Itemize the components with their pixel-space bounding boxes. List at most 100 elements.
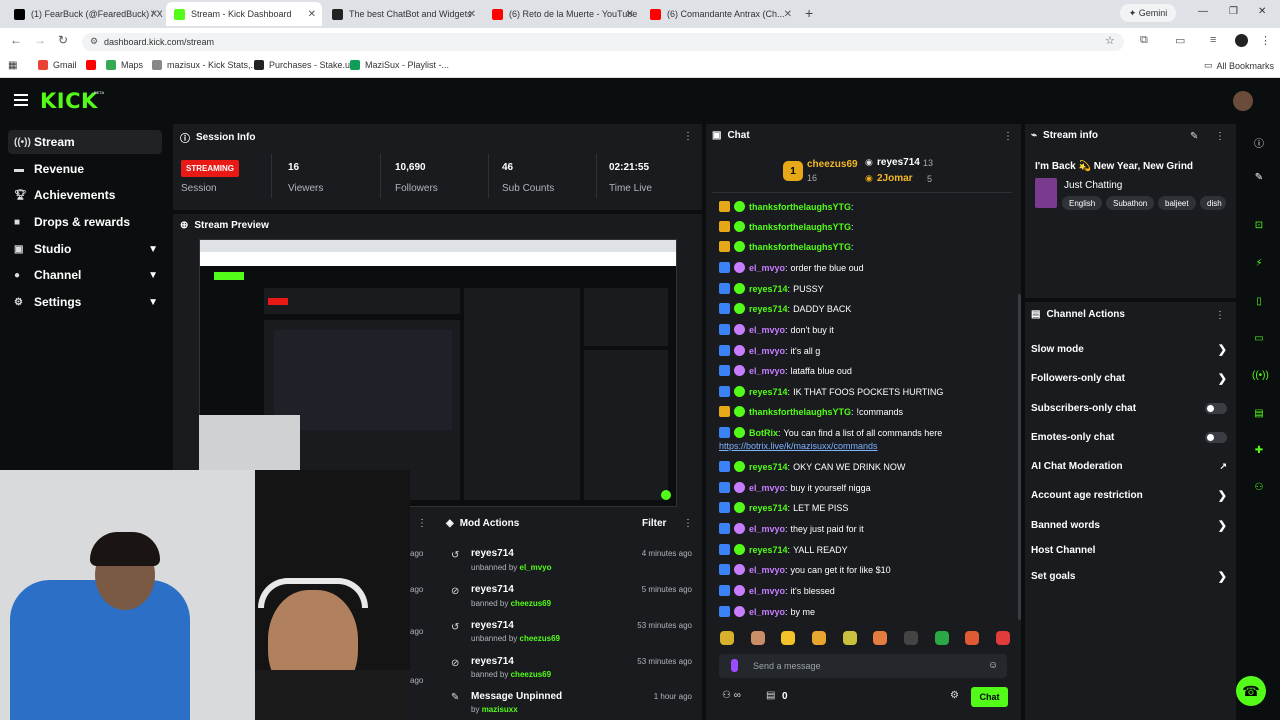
- browser-tab[interactable]: (6) Reto de la Muerte - YouTube ✕: [484, 2, 640, 26]
- action-host-channel[interactable]: Host Channel: [1031, 545, 1227, 556]
- emote[interactable]: [965, 631, 980, 645]
- users-icon[interactable]: ⚇ ∞: [722, 690, 741, 701]
- lightning-icon[interactable]: ⚡︎: [1252, 258, 1266, 269]
- forward-icon[interactable]: →: [34, 33, 46, 47]
- chat-username[interactable]: reyes714: [749, 304, 788, 314]
- info-icon[interactable]: ⓘ: [1252, 135, 1266, 150]
- bookmark-maps[interactable]: Maps: [106, 60, 143, 70]
- chat-icon[interactable]: ▭: [1252, 333, 1266, 344]
- gemini-button[interactable]: ✦ Gemini: [1120, 4, 1176, 22]
- close-icon[interactable]: ✕: [784, 9, 792, 20]
- action-followers-only[interactable]: Followers-only chat ❯: [1031, 373, 1227, 385]
- close-icon[interactable]: ✕: [468, 9, 476, 20]
- chat-username[interactable]: reyes714: [749, 387, 788, 397]
- bookmark-kickstats[interactable]: mazisux - Kick Stats,...: [152, 60, 258, 70]
- chat-username[interactable]: thanksforthelaughsYTG: [749, 242, 851, 252]
- broadcast-icon[interactable]: ((•)): [1252, 370, 1269, 381]
- hamburger-menu-icon[interactable]: [14, 94, 28, 109]
- emote[interactable]: [750, 631, 765, 645]
- kick-logo[interactable]: KICK: [40, 89, 98, 113]
- more-options-icon[interactable]: ⋮: [683, 518, 693, 529]
- all-bookmarks[interactable]: ▭ All Bookmarks: [1204, 60, 1274, 71]
- bookmark-stake[interactable]: Purchases - Stake.us: [254, 60, 355, 70]
- action-account-age[interactable]: Account age restriction ❯: [1031, 490, 1227, 502]
- emote[interactable]: [934, 631, 949, 645]
- more-options-icon[interactable]: ⋮: [1215, 131, 1225, 142]
- mod-entry-user[interactable]: reyes714: [471, 548, 514, 559]
- leader-name[interactable]: reyes714: [877, 157, 920, 168]
- more-options-icon[interactable]: ⋮: [1215, 310, 1225, 321]
- media-icon[interactable]: ≡: [1210, 34, 1216, 46]
- filter-button[interactable]: Filter: [642, 518, 666, 529]
- chat-username[interactable]: el_mvyo: [749, 325, 785, 335]
- bookmark-playlist[interactable]: MaziSux - Playlist -...: [350, 60, 449, 70]
- chat-input[interactable]: Send a message: [719, 654, 1007, 678]
- server-icon[interactable]: ▤: [1252, 408, 1266, 419]
- edit-icon[interactable]: ✎: [1252, 172, 1266, 183]
- mod-entry-user[interactable]: reyes714: [471, 656, 514, 667]
- sidebar-item-settings[interactable]: ⚙ Settings ▼: [8, 290, 162, 314]
- more-options-icon[interactable]: ⋮: [417, 518, 427, 529]
- minimize-icon[interactable]: —: [1198, 6, 1208, 17]
- mod-entry-user[interactable]: Message Unpinned: [471, 691, 562, 702]
- bookmark-gmail[interactable]: Gmail: [38, 60, 77, 70]
- chat-username[interactable]: reyes714: [749, 284, 788, 294]
- stream-tag[interactable]: baljeet: [1158, 196, 1196, 210]
- maximize-icon[interactable]: ❐: [1229, 6, 1238, 17]
- profile-icon[interactable]: [1235, 34, 1248, 47]
- help-headset-icon[interactable]: ☎: [1236, 676, 1266, 706]
- mod-entry-user[interactable]: reyes714: [471, 584, 514, 595]
- stream-tag[interactable]: English: [1062, 196, 1103, 210]
- users-icon[interactable]: ⚇: [1252, 482, 1266, 493]
- sidebar-item-stream[interactable]: ((•)) Stream: [8, 130, 162, 154]
- emote[interactable]: [842, 631, 857, 645]
- chat-username[interactable]: thanksforthelaughsYTG: [749, 202, 851, 212]
- category-thumbnail[interactable]: [1035, 178, 1057, 208]
- more-options-icon[interactable]: ⋮: [1003, 131, 1013, 142]
- action-slow-mode[interactable]: Slow mode ❯: [1031, 344, 1227, 356]
- mic-icon[interactable]: [731, 659, 738, 672]
- emotes-only-toggle[interactable]: [1205, 432, 1227, 443]
- send-chat-button[interactable]: Chat: [971, 687, 1008, 707]
- chat-username[interactable]: reyes714: [749, 503, 788, 513]
- chat-username[interactable]: thanksforthelaughsYTG: [749, 222, 851, 232]
- window-close-icon[interactable]: ✕: [1258, 6, 1266, 17]
- browser-tab[interactable]: (6) Comandante Antrax (Ch... ✕: [642, 2, 798, 26]
- clipboard-icon[interactable]: ▯: [1252, 296, 1266, 307]
- leader-name[interactable]: 2Jomar: [877, 173, 913, 184]
- menu-icon[interactable]: ⋮: [1260, 34, 1271, 47]
- emote[interactable]: [873, 631, 888, 645]
- chat-username[interactable]: BotRix: [749, 428, 778, 438]
- emote[interactable]: [781, 631, 796, 645]
- edit-pencil-icon[interactable]: ✎: [1190, 131, 1198, 142]
- sidebar-item-drops[interactable]: ■ Drops & rewards: [8, 210, 162, 234]
- chat-link[interactable]: https://botrix.live/k/mazisuxx/commands: [719, 441, 878, 451]
- sidebar-item-channel[interactable]: ● Channel ▼: [8, 263, 162, 287]
- apps-icon[interactable]: ▦: [8, 60, 17, 71]
- action-set-goals[interactable]: Set goals ❯: [1031, 571, 1227, 583]
- emote[interactable]: [995, 631, 1010, 645]
- chat-username[interactable]: el_mvyo: [749, 524, 785, 534]
- youtube-icon[interactable]: [86, 60, 101, 70]
- browser-tab-active[interactable]: Stream - Kick Dashboard ✕: [166, 2, 322, 26]
- close-icon[interactable]: ✕: [626, 9, 634, 20]
- chat-username[interactable]: thanksforthelaughsYTG: [749, 407, 851, 417]
- chat-username[interactable]: el_mvyo: [749, 565, 785, 575]
- bookmark-star-icon[interactable]: ☆: [1105, 34, 1115, 47]
- chat-username[interactable]: reyes714: [749, 462, 788, 472]
- more-options-icon[interactable]: ⋮: [683, 131, 693, 142]
- back-icon[interactable]: ←: [10, 33, 22, 47]
- stream-tag[interactable]: Subathon: [1106, 196, 1155, 210]
- subscribers-only-toggle[interactable]: [1205, 403, 1227, 414]
- browser-tab[interactable]: The best ChatBot and Widgets ✕: [324, 2, 482, 26]
- new-tab-icon[interactable]: +: [805, 5, 813, 21]
- sidebar-item-studio[interactable]: ▣ Studio ▼: [8, 237, 162, 261]
- emoji-icon[interactable]: ☺: [988, 660, 998, 671]
- chat-settings-icon[interactable]: ⚙: [950, 690, 959, 701]
- mod-entry-user[interactable]: reyes714: [471, 620, 514, 631]
- action-banned-words[interactable]: Banned words ❯: [1031, 520, 1227, 532]
- emote[interactable]: [720, 631, 734, 645]
- category-name[interactable]: Just Chatting: [1064, 180, 1122, 191]
- reload-icon[interactable]: ↻: [58, 33, 68, 47]
- stream-tag[interactable]: dish: [1200, 196, 1226, 210]
